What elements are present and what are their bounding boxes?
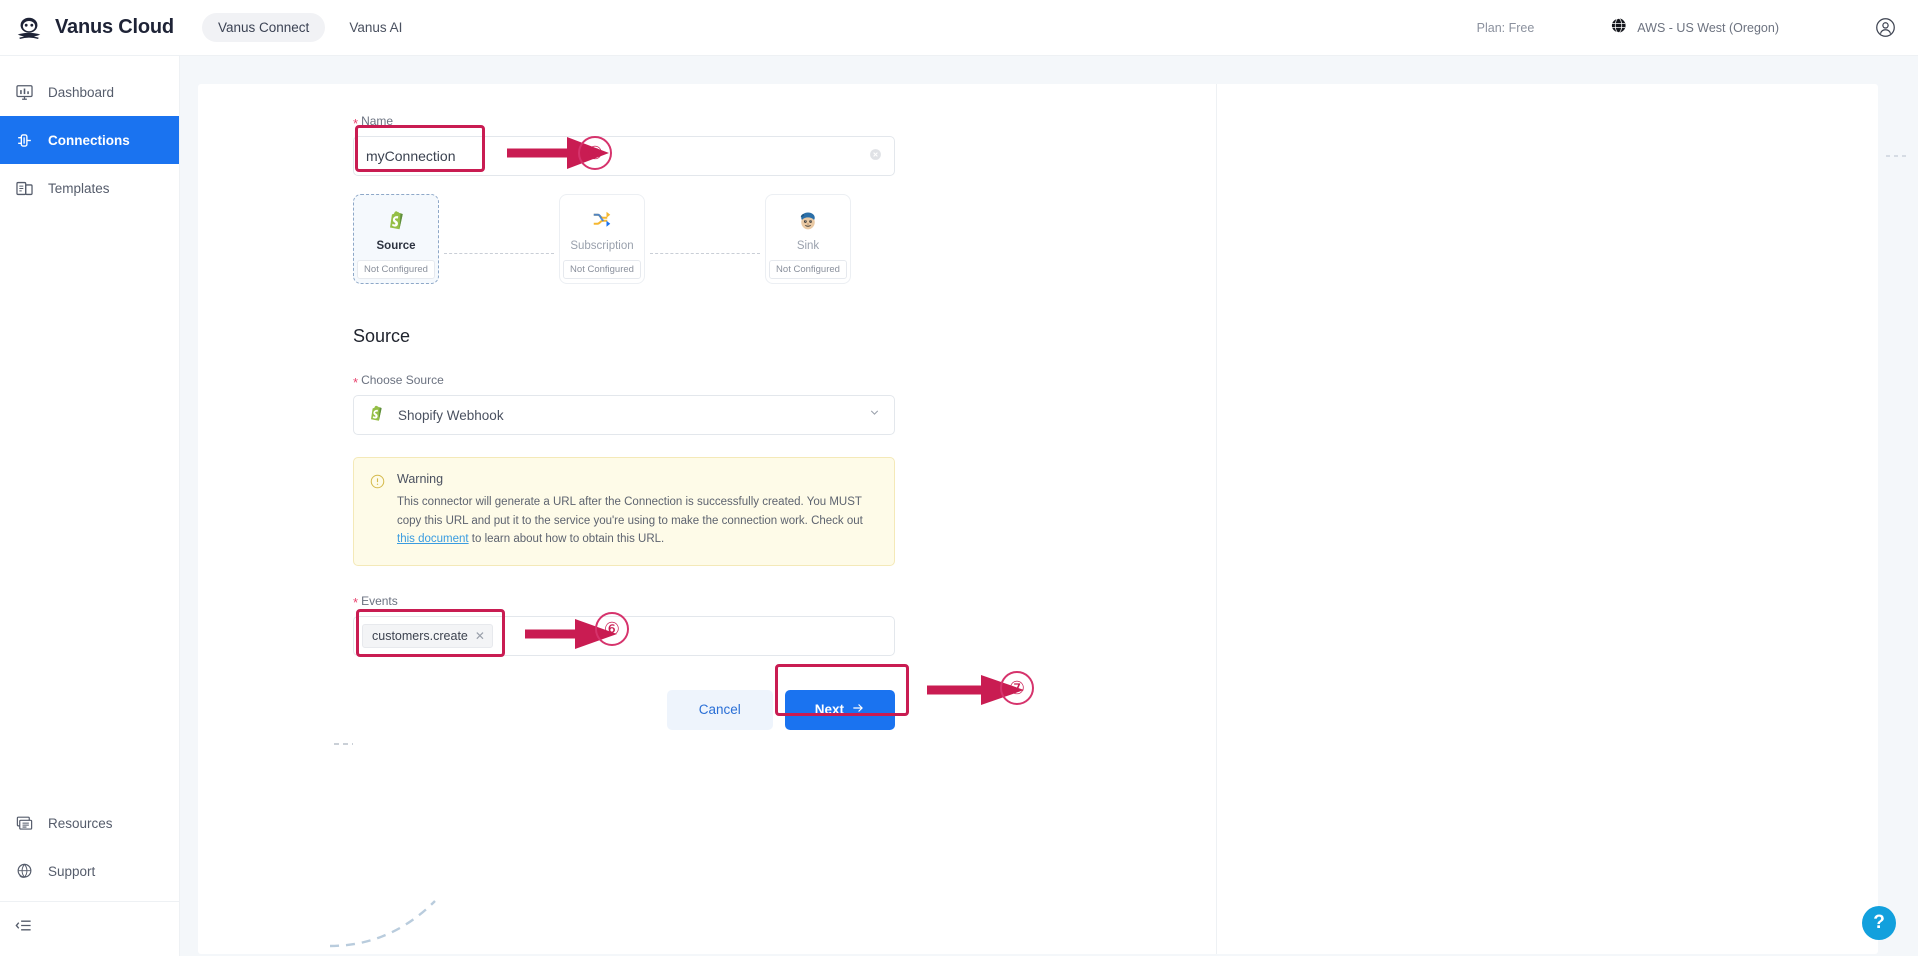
help-question-icon: ?	[1873, 912, 1885, 933]
choose-source-select[interactable]: Shopify Webhook	[353, 395, 895, 435]
warning-circle-icon	[370, 474, 386, 549]
region-label: AWS - US West (Oregon)	[1637, 20, 1779, 35]
sidebar-divider	[0, 901, 179, 902]
app-root: Vanus Cloud Vanus Connect Vanus AI Plan:…	[0, 0, 1918, 956]
page-card: * Name myConnection Source Not Configure…	[198, 84, 1878, 954]
pipeline-card-subscription[interactable]: Subscription Not Configured	[559, 194, 645, 284]
name-input-value: myConnection	[366, 148, 456, 164]
top-bar-right: Plan: Free AWS - US West (Oregon)	[1477, 17, 1918, 39]
tab-vanus-connect[interactable]: Vanus Connect	[202, 13, 326, 42]
pipeline-card-title: Sink	[796, 240, 820, 252]
warning-body: This connector will generate a URL after…	[397, 493, 878, 549]
resources-icon	[14, 813, 34, 833]
name-field-label: * Name	[353, 114, 1213, 131]
sidebar-item-label: Connections	[48, 132, 130, 148]
remove-tag-icon[interactable]: ✕	[475, 629, 485, 643]
events-label-text: Events	[361, 593, 398, 608]
source-section-title: Source	[353, 326, 411, 346]
sidebar-item-support[interactable]: Support	[0, 847, 179, 895]
region-selector[interactable]: AWS - US West (Oregon)	[1610, 17, 1779, 39]
warning-content: Warning This connector will generate a U…	[397, 472, 878, 549]
content-area: * Name myConnection Source Not Configure…	[180, 56, 1918, 956]
cancel-button[interactable]: Cancel	[666, 689, 773, 730]
sidebar-item-templates[interactable]: Templates	[0, 164, 179, 212]
warning-callout: Warning This connector will generate a U…	[353, 457, 895, 566]
templates-icon	[14, 178, 34, 198]
next-button-label: Next	[814, 702, 844, 718]
pipeline-card-title: Source	[376, 240, 416, 252]
pipeline-connector-2	[650, 252, 760, 254]
name-input[interactable]: myConnection	[353, 136, 895, 176]
connection-form: * Name myConnection Source Not Configure…	[353, 114, 1213, 730]
choose-source-label: * Choose Source	[353, 373, 1213, 390]
content-divider	[1216, 84, 1217, 954]
help-button[interactable]: ?	[1862, 906, 1896, 940]
collapse-sidebar-icon	[14, 916, 33, 940]
required-star-icon: *	[353, 595, 359, 611]
event-tag[interactable]: customers.create ✕	[362, 623, 493, 648]
sidebar-item-label: Dashboard	[48, 84, 115, 100]
required-star-icon: *	[353, 115, 359, 131]
chevron-down-icon[interactable]	[868, 406, 881, 424]
pipeline-steps: Source Not Configured Subscription Not C…	[353, 194, 1213, 284]
name-label-text: Name	[361, 114, 394, 128]
pipeline-card-sink[interactable]: Sink Not Configured	[765, 194, 851, 284]
user-circle-icon	[1876, 18, 1895, 37]
collapse-sidebar-button[interactable]	[0, 906, 179, 950]
sidebar-item-connections[interactable]: Connections	[0, 116, 179, 164]
brand-name: Vanus Cloud	[55, 16, 174, 38]
warning-text-before: This connector will generate a URL after…	[397, 496, 863, 527]
sidebar-item-label: Templates	[48, 180, 110, 196]
form-actions: Cancel Next	[353, 689, 895, 730]
dashboard-icon	[14, 82, 34, 102]
tab-vanus-ai[interactable]: Vanus AI	[333, 13, 418, 42]
top-bar: Vanus Cloud Vanus Connect Vanus AI Plan:…	[0, 0, 1918, 56]
choose-source-value: Shopify Webhook	[398, 407, 504, 423]
avatar[interactable]	[1875, 17, 1896, 38]
pipeline-card-title: Subscription	[570, 240, 634, 252]
next-button[interactable]: Next	[784, 689, 895, 730]
connections-icon	[14, 130, 34, 150]
sidebar-item-dashboard[interactable]: Dashboard	[0, 68, 179, 116]
globe-icon	[1610, 17, 1627, 39]
pipeline-connector-1	[444, 252, 554, 254]
shopify-icon	[366, 403, 386, 428]
shopify-icon	[383, 207, 409, 233]
vanus-logo-icon	[14, 13, 44, 43]
brand[interactable]: Vanus Cloud	[0, 13, 180, 43]
events-input[interactable]: customers.create ✕	[353, 615, 895, 656]
support-globe-icon	[14, 861, 34, 881]
sidebar-item-label: Resources	[48, 815, 113, 831]
sidebar-bottom: Resources Support	[0, 799, 179, 956]
required-star-icon: *	[353, 374, 359, 390]
clear-input-icon[interactable]	[869, 148, 882, 164]
pipeline-card-source[interactable]: Source Not Configured	[353, 194, 439, 284]
sidebar-item-label: Support	[48, 863, 96, 879]
mailchimp-icon	[795, 207, 821, 233]
choose-source-label-text: Choose Source	[361, 373, 444, 387]
subscription-shuffle-icon	[589, 207, 615, 233]
arrow-right-icon	[851, 701, 865, 718]
event-tag-label: customers.create	[372, 628, 468, 643]
pipeline-card-badge: Not Configured	[563, 260, 641, 279]
plan-label: Plan: Free	[1476, 20, 1535, 35]
warning-document-link[interactable]: this document	[397, 533, 469, 545]
top-nav: Vanus Connect Vanus AI	[202, 13, 418, 42]
warning-title: Warning	[397, 472, 444, 486]
pipeline-card-badge: Not Configured	[357, 260, 435, 279]
sidebar-item-resources[interactable]: Resources	[0, 799, 179, 847]
pipeline-card-badge: Not Configured	[769, 260, 847, 279]
warning-text-after: to learn about how to obtain this URL.	[468, 533, 665, 546]
events-field-label: * Events	[353, 593, 1213, 611]
sidebar: Dashboard Connections Templates Resource…	[0, 56, 180, 956]
